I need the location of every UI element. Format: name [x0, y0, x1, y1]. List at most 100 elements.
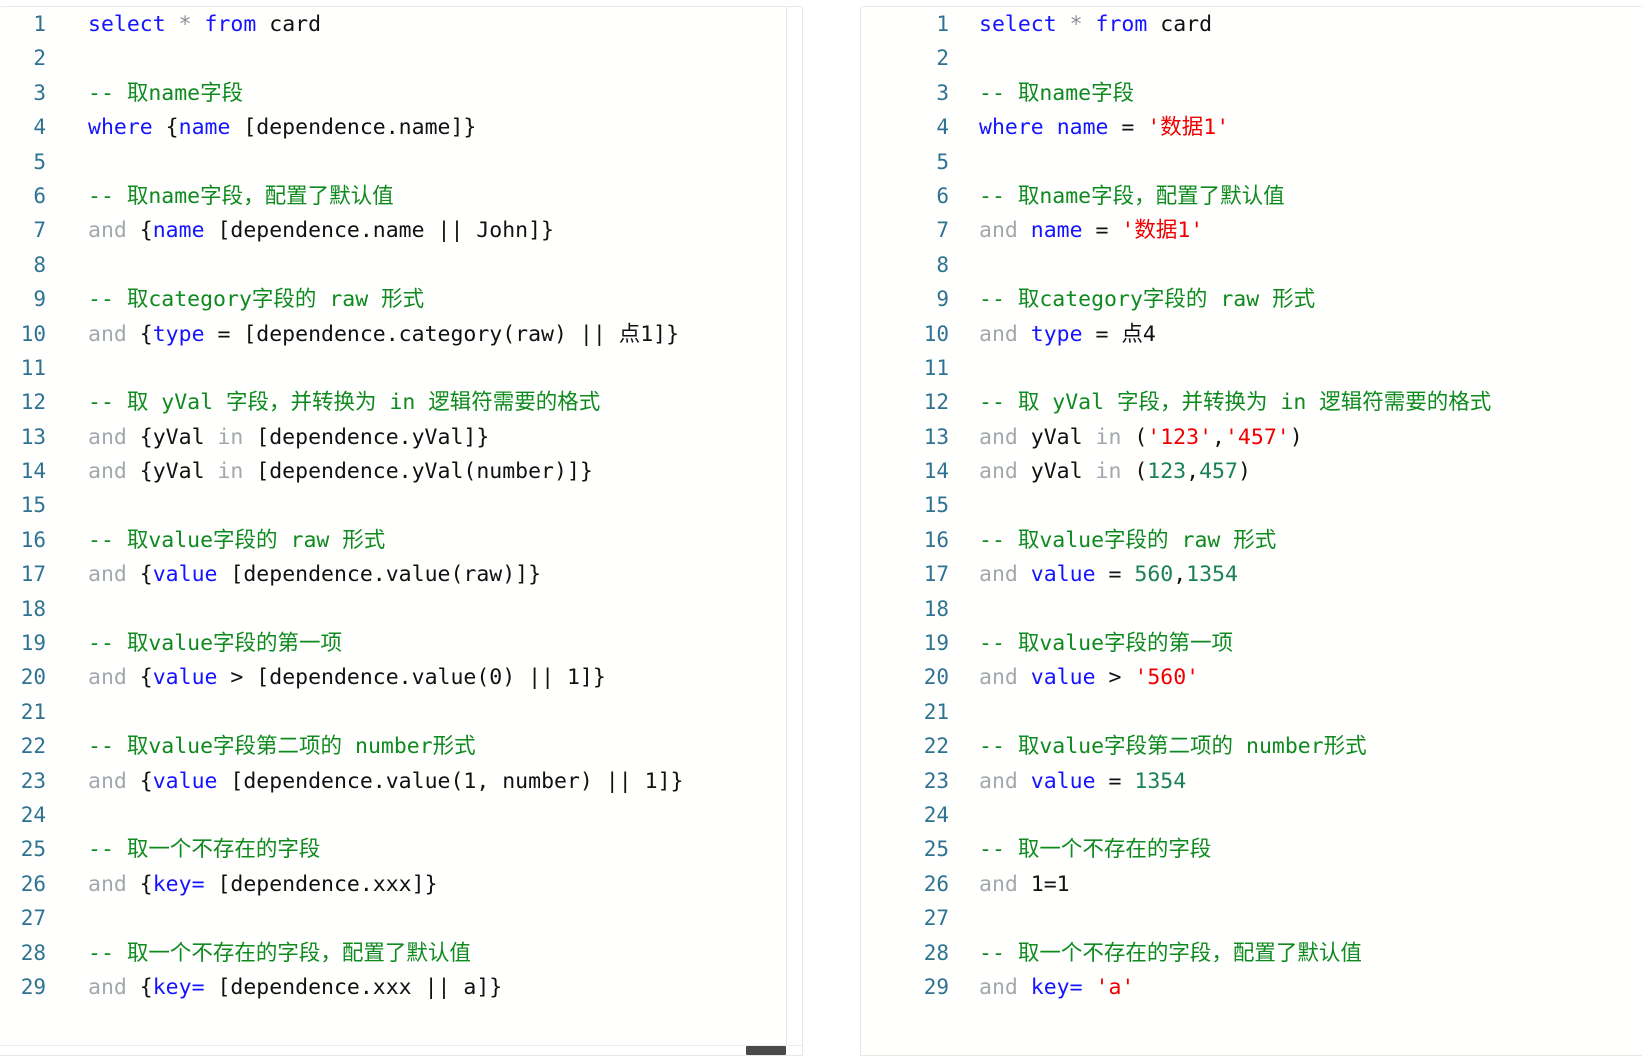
code-line[interactable]: 5: [0, 145, 802, 179]
code-line[interactable]: 7 and {name [dependence.name || John]}: [0, 213, 802, 247]
code-line[interactable]: 25 -- 取一个不存在的字段: [861, 832, 1642, 866]
code-line[interactable]: 24: [0, 798, 802, 832]
code-line-text[interactable]: [46, 799, 802, 833]
code-line-text[interactable]: and value > '560': [949, 661, 1642, 695]
code-line[interactable]: 26 and {key= [dependence.xxx]}: [0, 867, 802, 901]
code-line-text[interactable]: -- 取name字段，配置了默认值: [949, 180, 1642, 214]
code-line[interactable]: 8: [861, 248, 1642, 282]
vertical-scrollbar[interactable]: [786, 7, 802, 1055]
code-line[interactable]: 26 and 1=1: [861, 867, 1642, 901]
code-line-text[interactable]: and name = '数据1': [949, 214, 1642, 248]
code-line[interactable]: 14 and yVal in (123,457): [861, 454, 1642, 488]
code-line-text[interactable]: -- 取 yVal 字段，并转换为 in 逻辑符需要的格式: [46, 386, 802, 420]
code-line[interactable]: 10 and {type = [dependence.category(raw) …: [0, 317, 802, 351]
code-line-text[interactable]: and 1=1: [949, 868, 1642, 902]
code-scroll-area[interactable]: 1 select * from card 2 3 -- 取name字段 4 where {…: [0, 7, 802, 1055]
code-line-text[interactable]: -- 取一个不存在的字段，配置了默认值: [46, 937, 802, 971]
code-line[interactable]: 25 -- 取一个不存在的字段: [0, 832, 802, 866]
code-line-text[interactable]: and yVal in (123,457): [949, 455, 1642, 489]
code-line[interactable]: 6 -- 取name字段，配置了默认值: [0, 179, 802, 213]
code-line[interactable]: 10 and type = 点4: [861, 317, 1642, 351]
code-line-text[interactable]: where {name [dependence.name]}: [46, 111, 802, 145]
code-line[interactable]: 16 -- 取value字段的 raw 形式: [0, 523, 802, 557]
sql-result-editor[interactable]: 1 select * from card 2 3 -- 取name字段 4 where n…: [860, 6, 1642, 1056]
code-line-text[interactable]: select * from card: [949, 8, 1642, 42]
code-line-text[interactable]: -- 取category字段的 raw 形式: [46, 283, 802, 317]
code-line-text[interactable]: [949, 489, 1642, 523]
code-line[interactable]: 6 -- 取name字段，配置了默认值: [861, 179, 1642, 213]
code-line[interactable]: 8: [0, 248, 802, 282]
code-line-text[interactable]: [949, 696, 1642, 730]
code-line[interactable]: 18: [0, 592, 802, 626]
code-line[interactable]: 2: [0, 41, 802, 75]
code-line[interactable]: 9 -- 取category字段的 raw 形式: [0, 282, 802, 316]
code-line[interactable]: 21: [0, 695, 802, 729]
code-line-text[interactable]: [949, 249, 1642, 283]
code-line-text[interactable]: [949, 42, 1642, 76]
code-line-text[interactable]: [949, 902, 1642, 936]
code-line[interactable]: 28 -- 取一个不存在的字段，配置了默认值: [0, 936, 802, 970]
code-line-text[interactable]: [949, 352, 1642, 386]
code-line[interactable]: 15: [861, 488, 1642, 522]
code-line-text[interactable]: -- 取name字段，配置了默认值: [46, 180, 802, 214]
code-line-text[interactable]: [46, 902, 802, 936]
code-line-text[interactable]: -- 取value字段的 raw 形式: [46, 524, 802, 558]
code-line-text[interactable]: -- 取value字段的 raw 形式: [949, 524, 1642, 558]
code-line[interactable]: 22 -- 取value字段第二项的 number形式: [861, 729, 1642, 763]
code-line-text[interactable]: [46, 593, 802, 627]
code-line[interactable]: 20 and value > '560': [861, 660, 1642, 694]
code-line[interactable]: 1 select * from card: [861, 7, 1642, 41]
code-line[interactable]: 27: [0, 901, 802, 935]
horizontal-scrollbar-thumb[interactable]: [746, 1046, 786, 1055]
code-line[interactable]: 17 and {value [dependence.value(raw)]}: [0, 557, 802, 591]
code-line[interactable]: 29 and key= 'a': [861, 970, 1642, 1004]
code-line-text[interactable]: -- 取一个不存在的字段: [949, 833, 1642, 867]
code-line-text[interactable]: and {yVal in [dependence.yVal(number)]}: [46, 455, 802, 489]
code-line[interactable]: 19 -- 取value字段的第一项: [0, 626, 802, 660]
code-line[interactable]: 12 -- 取 yVal 字段，并转换为 in 逻辑符需要的格式: [861, 385, 1642, 419]
code-line-text[interactable]: and {value [dependence.value(raw)]}: [46, 558, 802, 592]
code-line[interactable]: 23 and value = 1354: [861, 764, 1642, 798]
code-line-text[interactable]: -- 取value字段的第一项: [949, 627, 1642, 661]
code-line-text[interactable]: and {value [dependence.value(1, number) …: [46, 765, 802, 799]
code-line-text[interactable]: and value = 560,1354: [949, 558, 1642, 592]
code-line-text[interactable]: and {key= [dependence.xxx || a]}: [46, 971, 802, 1005]
code-line[interactable]: 4 where name = '数据1': [861, 110, 1642, 144]
code-line[interactable]: 3 -- 取name字段: [861, 76, 1642, 110]
code-line-text[interactable]: [46, 249, 802, 283]
code-line-text[interactable]: and {key= [dependence.xxx]}: [46, 868, 802, 902]
code-line-text[interactable]: [46, 352, 802, 386]
code-line[interactable]: 5: [861, 145, 1642, 179]
code-scroll-area[interactable]: 1 select * from card 2 3 -- 取name字段 4 where n…: [861, 7, 1642, 1055]
code-line-text[interactable]: -- 取category字段的 raw 形式: [949, 283, 1642, 317]
code-line[interactable]: 27: [861, 901, 1642, 935]
code-line[interactable]: 17 and value = 560,1354: [861, 557, 1642, 591]
code-line[interactable]: 13 and yVal in ('123','457'): [861, 420, 1642, 454]
code-line-text[interactable]: and key= 'a': [949, 971, 1642, 1005]
code-line-text[interactable]: -- 取value字段第二项的 number形式: [46, 730, 802, 764]
code-line-text[interactable]: [46, 146, 802, 180]
code-line[interactable]: 7 and name = '数据1': [861, 213, 1642, 247]
code-line-text[interactable]: -- 取value字段的第一项: [46, 627, 802, 661]
horizontal-scrollbar[interactable]: [0, 1045, 802, 1055]
code-line-text[interactable]: and yVal in ('123','457'): [949, 421, 1642, 455]
code-line-text[interactable]: and {value > [dependence.value(0) || 1]}: [46, 661, 802, 695]
code-line-text[interactable]: and {yVal in [dependence.yVal]}: [46, 421, 802, 455]
code-line-text[interactable]: [949, 146, 1642, 180]
code-line-text[interactable]: [46, 489, 802, 523]
code-line[interactable]: 20 and {value > [dependence.value(0) || 1…: [0, 660, 802, 694]
code-line-text[interactable]: [949, 593, 1642, 627]
code-line[interactable]: 14 and {yVal in [dependence.yVal(number)]…: [0, 454, 802, 488]
sql-template-editor[interactable]: 1 select * from card 2 3 -- 取name字段 4 where {…: [0, 6, 803, 1056]
code-line-text[interactable]: -- 取 yVal 字段，并转换为 in 逻辑符需要的格式: [949, 386, 1642, 420]
code-line-text[interactable]: -- 取name字段: [46, 77, 802, 111]
code-line[interactable]: 9 -- 取category字段的 raw 形式: [861, 282, 1642, 316]
code-line-text[interactable]: -- 取一个不存在的字段，配置了默认值: [949, 937, 1642, 971]
code-line-text[interactable]: and {name [dependence.name || John]}: [46, 214, 802, 248]
code-line[interactable]: 1 select * from card: [0, 7, 802, 41]
code-line-text[interactable]: -- 取一个不存在的字段: [46, 833, 802, 867]
code-line-text[interactable]: -- 取name字段: [949, 77, 1642, 111]
code-line-text[interactable]: and value = 1354: [949, 765, 1642, 799]
code-line[interactable]: 11: [861, 351, 1642, 385]
code-line[interactable]: 29 and {key= [dependence.xxx || a]}: [0, 970, 802, 1004]
